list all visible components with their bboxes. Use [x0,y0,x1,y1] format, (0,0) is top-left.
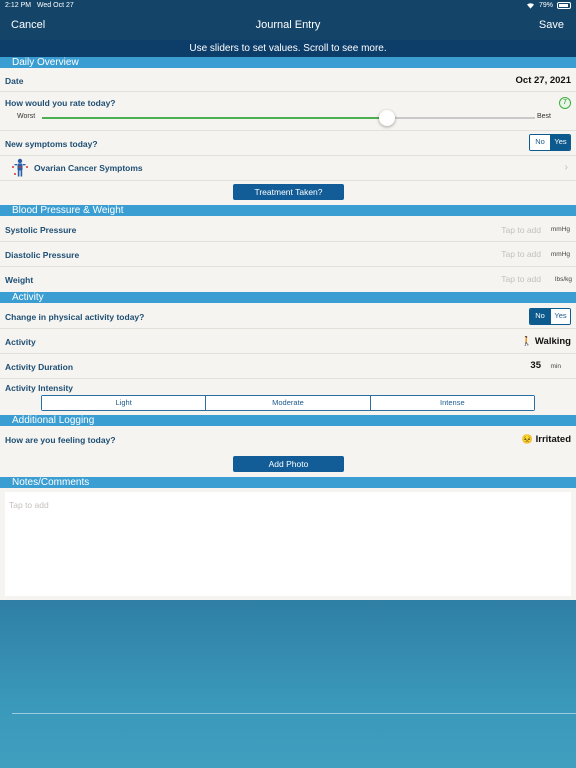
feeling-value-text: Irritated [535,434,571,445]
duration-label: Activity Duration [5,362,74,372]
date-row[interactable]: Date Oct 27, 2021 [0,68,576,92]
intensity-moderate-option[interactable]: Moderate [205,396,370,410]
hint-banner: Use sliders to set values. Scroll to see… [0,40,576,57]
treatment-taken-button[interactable]: Treatment Taken? [233,184,344,200]
page-title: Journal Entry [255,19,321,31]
date-value: Oct 27, 2021 [515,75,571,86]
activity-change-row: Change in physical activity today? No Ye… [0,303,576,329]
systolic-unit: mmHg [550,226,570,233]
slider-best-label: Best [536,113,551,120]
feeling-label: How are you feeling today? [5,435,116,445]
section-header-notes: Notes/Comments [0,477,576,488]
weight-input[interactable]: Tap to add [501,274,541,284]
activity-yes-option[interactable]: Yes [550,309,570,324]
diastolic-label: Diastolic Pressure [5,250,80,260]
irritated-face-icon: 😣 [521,434,533,444]
status-date-text: Wed Oct 27 [36,2,74,9]
background-panel [0,600,576,768]
intensity-light-option[interactable]: Light [42,396,206,410]
date-label: Date [5,76,24,86]
intensity-intense-option[interactable]: Intense [369,396,534,410]
nav-bar: 2:12 PM Wed Oct 27 79% Cancel Journal En… [0,0,576,40]
notes-placeholder: Tap to add [9,500,49,510]
weight-row[interactable]: Weight Tap to add lbs/kg [0,267,576,292]
section-header-daily: Daily Overview [0,57,576,68]
cancer-symptoms-row[interactable]: Ovarian Cancer Symptoms › [0,156,576,181]
body-figure-icon [12,158,28,177]
status-right: 79% [526,2,571,9]
feeling-value: 😣 Irritated [522,434,571,445]
duration-value: 35 [530,360,541,371]
symptoms-no-option[interactable]: No [530,135,550,150]
rating-slider-fill [42,117,388,119]
diastolic-row[interactable]: Diastolic Pressure Tap to add mmHg [0,242,576,267]
symptoms-yes-option[interactable]: Yes [550,135,570,150]
weight-unit: lbs/kg [555,276,572,283]
section-header-bp: Blood Pressure & Weight [0,205,576,216]
intensity-segmented-control[interactable]: Light Moderate Intense [41,395,535,411]
weight-label: Weight [5,275,34,285]
rating-label: How would you rate today? [5,98,116,108]
activity-value-text: Walking [534,336,571,347]
add-photo-button[interactable]: Add Photo [233,456,344,472]
feeling-row[interactable]: How are you feeling today? 😣 Irritated [0,426,576,453]
rating-slider-thumb[interactable] [379,110,396,126]
cancer-symptoms-label: Ovarian Cancer Symptoms [34,163,143,173]
activity-change-label: Change in physical activity today? [5,312,145,322]
activity-value: 🚶 Walking [521,336,571,347]
status-time-text: 2:12 PM [5,2,32,9]
activity-label: Activity [5,337,36,347]
notes-textarea[interactable]: Tap to add [5,492,571,596]
systolic-row[interactable]: Systolic Pressure Tap to add mmHg [0,216,576,242]
chevron-right-icon: › [564,162,568,173]
systolic-label: Systolic Pressure [5,225,77,235]
slider-worst-label: Worst [17,113,36,120]
wifi-icon [526,3,534,9]
rating-value-badge: 7 [559,97,571,109]
activity-change-toggle[interactable]: No Yes [529,308,571,325]
activity-row[interactable]: Activity 🚶 Walking [0,329,576,354]
walking-icon: 🚶 [521,336,533,346]
divider-line [12,713,576,714]
battery-icon [557,2,571,9]
activity-no-option[interactable]: No [530,309,550,324]
systolic-input[interactable]: Tap to add [501,225,541,235]
section-header-additional: Additional Logging [0,415,576,426]
diastolic-input[interactable]: Tap to add [501,249,541,259]
symptoms-toggle[interactable]: No Yes [529,134,571,151]
duration-row[interactable]: Activity Duration 35 min [0,354,576,379]
symptoms-label: New symptoms today? [5,139,98,149]
duration-unit: min [550,363,561,370]
diastolic-unit: mmHg [550,251,570,258]
battery-percent: 79% [538,2,553,9]
section-header-activity: Activity [0,292,576,303]
symptoms-row: New symptoms today? No Yes [0,131,576,156]
rating-row: How would you rate today? 7 Worst Best [0,92,576,131]
status-time: 2:12 PM Wed Oct 27 [5,2,74,9]
intensity-label: Activity Intensity [5,383,74,393]
save-button[interactable]: Save [539,19,564,31]
